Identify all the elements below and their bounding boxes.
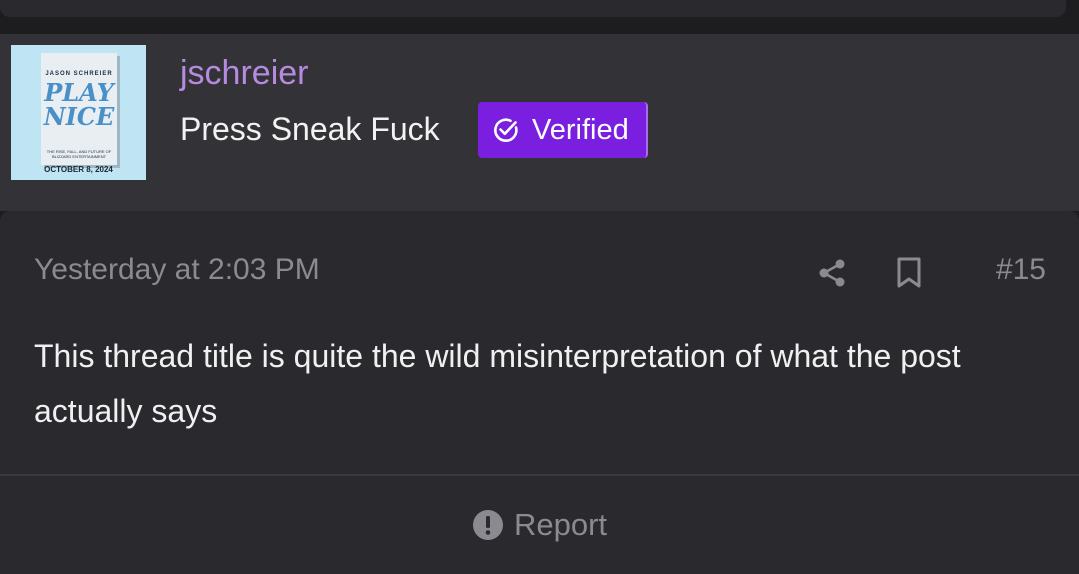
book-cover-image: JASON SCHREIER PLAY NICE THE RISE, FALL,… [41, 53, 117, 165]
post-timestamp-link[interactable]: Yesterday at 2:03 PM [34, 251, 320, 289]
check-circle-icon [494, 118, 518, 142]
user-title: Press Sneak Fuck [180, 111, 440, 147]
report-label: Report [513, 507, 608, 542]
avatar-date: OCTOBER 8, 2024 [44, 165, 113, 174]
avatar[interactable]: JASON SCHREIER PLAY NICE THE RISE, FALL,… [11, 45, 146, 180]
book-title: PLAY NICE [43, 78, 115, 131]
share-icon[interactable] [816, 257, 848, 289]
report-button[interactable]: Report [0, 476, 1079, 574]
username-link[interactable]: jschreier [180, 52, 308, 94]
post-card: Yesterday at 2:03 PM #15 This thread tit… [0, 211, 1079, 574]
verified-badge-label: Verified [532, 113, 629, 146]
bookmark-icon[interactable] [896, 257, 922, 289]
post-author-bar: JASON SCHREIER PLAY NICE THE RISE, FALL,… [0, 34, 1079, 211]
verified-badge: Verified [478, 102, 648, 158]
exclamation-circle-icon [472, 510, 503, 540]
post-body: This thread title is quite the wild misi… [34, 338, 961, 429]
book-author: JASON SCHREIER [45, 71, 113, 77]
previous-post-card [0, 0, 1066, 17]
post-number-link[interactable]: #15 [996, 251, 1046, 289]
book-subtitle: THE RISE, FALL, AND FUTURE OF BLIZZARD E… [46, 149, 112, 159]
